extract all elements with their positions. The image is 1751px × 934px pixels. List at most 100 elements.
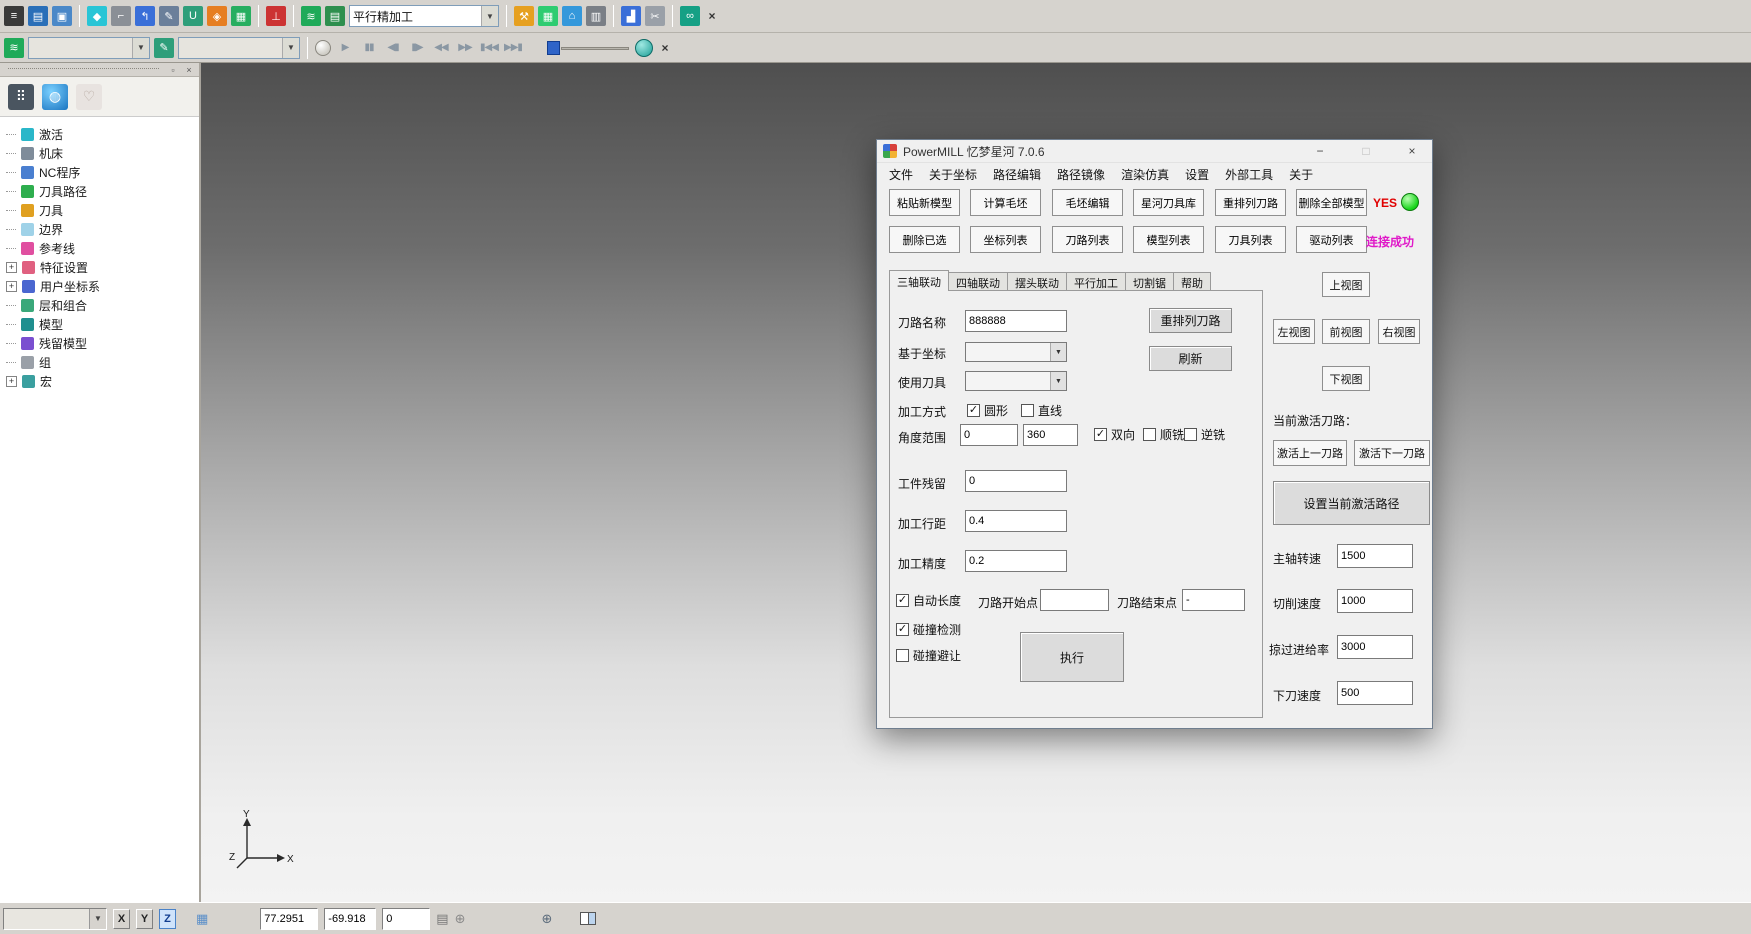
conventional-checkbox[interactable]: 逆铣 xyxy=(1184,426,1225,443)
scissors-icon[interactable]: ✂ xyxy=(645,6,665,26)
menu-settings[interactable]: 设置 xyxy=(1177,163,1217,186)
based-coord-dropdown[interactable]: ▼ xyxy=(965,342,1067,362)
model-list-button[interactable]: 模型列表 xyxy=(1133,226,1204,253)
tree-item-workplanes[interactable]: + 用户坐标系 xyxy=(6,277,199,296)
coord-y-field[interactable] xyxy=(324,908,376,930)
strategy-table-icon[interactable]: ▤ xyxy=(325,6,345,26)
tool-icon[interactable]: ⊥ xyxy=(266,6,286,26)
expand-icon[interactable]: + xyxy=(6,376,17,387)
explorer-tree-icon[interactable]: ⠿ xyxy=(8,84,34,110)
close-panel-icon[interactable]: × xyxy=(183,65,195,75)
axis-z-button[interactable]: Z xyxy=(159,909,176,929)
clock-icon[interactable] xyxy=(635,39,653,57)
go-end-icon[interactable]: ▶▶▮ xyxy=(503,38,523,58)
tree-item-nc-programs[interactable]: NC程序 xyxy=(6,163,199,182)
shield-icon[interactable]: ♡ xyxy=(76,84,102,110)
skim-feed-input[interactable] xyxy=(1337,635,1413,659)
menu-file[interactable]: 文件 xyxy=(881,163,921,186)
end-point-input[interactable] xyxy=(1182,589,1245,611)
maximize-button[interactable]: □ xyxy=(1346,140,1386,162)
save-icon[interactable]: ▤ xyxy=(28,6,48,26)
tree-item-tools[interactable]: 刀具 xyxy=(6,201,199,220)
menu-ext-tools[interactable]: 外部工具 xyxy=(1217,163,1281,186)
slider-handle[interactable] xyxy=(547,41,560,55)
toolpath-name-input[interactable] xyxy=(965,310,1067,332)
angle-from-input[interactable] xyxy=(960,424,1018,446)
toolpath-select-icon[interactable]: ≋ xyxy=(4,38,24,58)
reorder-toolpaths-button[interactable]: 重排列刀路 xyxy=(1215,189,1286,216)
axis-x-button[interactable]: X xyxy=(113,909,130,929)
tree-item-stock-models[interactable]: 残留模型 xyxy=(6,334,199,353)
view-left-button[interactable]: 左视图 xyxy=(1273,319,1315,344)
close-button[interactable]: × xyxy=(1392,140,1432,162)
strategy-combobox[interactable]: 平行精加工 ▼ xyxy=(349,5,499,27)
stock-edit-button[interactable]: 毛坯编辑 xyxy=(1052,189,1123,216)
simulation-speed-slider[interactable] xyxy=(547,39,631,57)
tree-item-feature-sets[interactable]: + 特征设置 xyxy=(6,258,199,277)
execute-button[interactable]: 执行 xyxy=(1020,632,1124,682)
spindle-speed-input[interactable] xyxy=(1337,544,1413,568)
tools-group-icon[interactable]: ⚒ xyxy=(514,6,534,26)
minimize-button[interactable]: − xyxy=(1300,140,1340,162)
measure-tool-icon[interactable]: ⌐ xyxy=(111,6,131,26)
checkbox-mark[interactable]: ✓ xyxy=(896,623,909,636)
tree-item-macros[interactable]: + 宏 xyxy=(6,372,199,391)
reorder-button[interactable]: 重排列刀路 xyxy=(1149,308,1232,333)
menu-about[interactable]: 关于 xyxy=(1281,163,1321,186)
levels-icon[interactable]: ▦ xyxy=(231,6,251,26)
stock-input[interactable] xyxy=(965,470,1067,492)
chevron-down-icon[interactable]: ▼ xyxy=(132,38,149,58)
menu-path-mirror[interactable]: 路径镜像 xyxy=(1049,163,1113,186)
stepover-input[interactable] xyxy=(965,510,1067,532)
climb-checkbox[interactable]: 顺铣 xyxy=(1143,426,1184,443)
collision-avoid-checkbox[interactable]: 碰撞避让 xyxy=(896,647,961,664)
delete-all-models-button[interactable]: 删除全部模型 xyxy=(1296,189,1367,216)
chevron-down-icon[interactable]: ▼ xyxy=(1050,343,1066,361)
checkbox-mark[interactable]: ✓ xyxy=(967,404,980,417)
workplane-indicator-icon[interactable]: ⊕ xyxy=(455,911,466,927)
chevron-down-icon[interactable]: ▼ xyxy=(89,909,106,929)
view-right-button[interactable]: 右视图 xyxy=(1378,319,1420,344)
checkbox-mark[interactable] xyxy=(1021,404,1034,417)
coord-list-button[interactable]: 坐标列表 xyxy=(970,226,1041,253)
delete-selected-button[interactable]: 删除已选 xyxy=(889,226,960,253)
grid-snap-icon[interactable]: ▦ xyxy=(196,911,208,927)
transform-icon[interactable]: ↰ xyxy=(135,6,155,26)
simulation-toolbar-close-icon[interactable]: × xyxy=(657,40,673,56)
coord-list-icon[interactable]: ▤ xyxy=(436,911,448,927)
statusbar-combobox[interactable]: ▼ xyxy=(3,908,107,930)
tree-item-models[interactable]: 模型 xyxy=(6,315,199,334)
tree-item-groups[interactable]: 组 xyxy=(6,353,199,372)
bidirectional-checkbox[interactable]: ✓ 双向 xyxy=(1094,426,1135,443)
tool-library-button[interactable]: 星河刀具库 xyxy=(1133,189,1204,216)
toolpath-edit-icon[interactable]: ✎ xyxy=(154,38,174,58)
chevron-down-icon[interactable]: ▼ xyxy=(282,38,299,58)
expand-icon[interactable]: + xyxy=(6,281,17,292)
checkbox-mark[interactable] xyxy=(1184,428,1197,441)
pen-tool-icon[interactable]: ✎ xyxy=(159,6,179,26)
axis-y-button[interactable]: Y xyxy=(136,909,153,929)
tab-3axis[interactable]: 三轴联动 xyxy=(889,270,949,291)
axis-orientation-icon[interactable]: ⊕ xyxy=(542,911,553,927)
tree-item-levels-sets[interactable]: 层和组合 xyxy=(6,296,199,315)
chevron-down-icon[interactable]: ▼ xyxy=(481,6,498,26)
line-checkbox[interactable]: 直线 xyxy=(1021,402,1062,419)
chevron-down-icon[interactable]: ▼ xyxy=(1050,372,1066,390)
activate-next-button[interactable]: 激活下一刀路 xyxy=(1354,440,1430,466)
toolbar-close-icon[interactable]: × xyxy=(704,8,720,24)
auto-length-checkbox[interactable]: ✓ 自动长度 xyxy=(896,592,961,609)
panel-grip[interactable]: ▫ × xyxy=(0,63,199,77)
checkbox-mark[interactable] xyxy=(1143,428,1156,441)
mesh-icon[interactable]: ▦ xyxy=(538,6,558,26)
plunge-feed-input[interactable] xyxy=(1337,681,1413,705)
play-icon[interactable]: ▶ xyxy=(335,38,355,58)
calculator-icon[interactable]: ▥ xyxy=(586,6,606,26)
refresh-button[interactable]: 刷新 xyxy=(1149,346,1232,371)
cutting-feed-input[interactable] xyxy=(1337,589,1413,613)
checkbox-mark[interactable]: ✓ xyxy=(896,594,909,607)
view-search-icon[interactable]: ∞ xyxy=(680,6,700,26)
tab-4axis[interactable]: 四轴联动 xyxy=(948,272,1008,291)
pause-icon[interactable]: ▮▮ xyxy=(359,38,379,58)
toolpath-icon[interactable]: ≋ xyxy=(301,6,321,26)
tree-item-toolpaths[interactable]: 刀具路径 xyxy=(6,182,199,201)
